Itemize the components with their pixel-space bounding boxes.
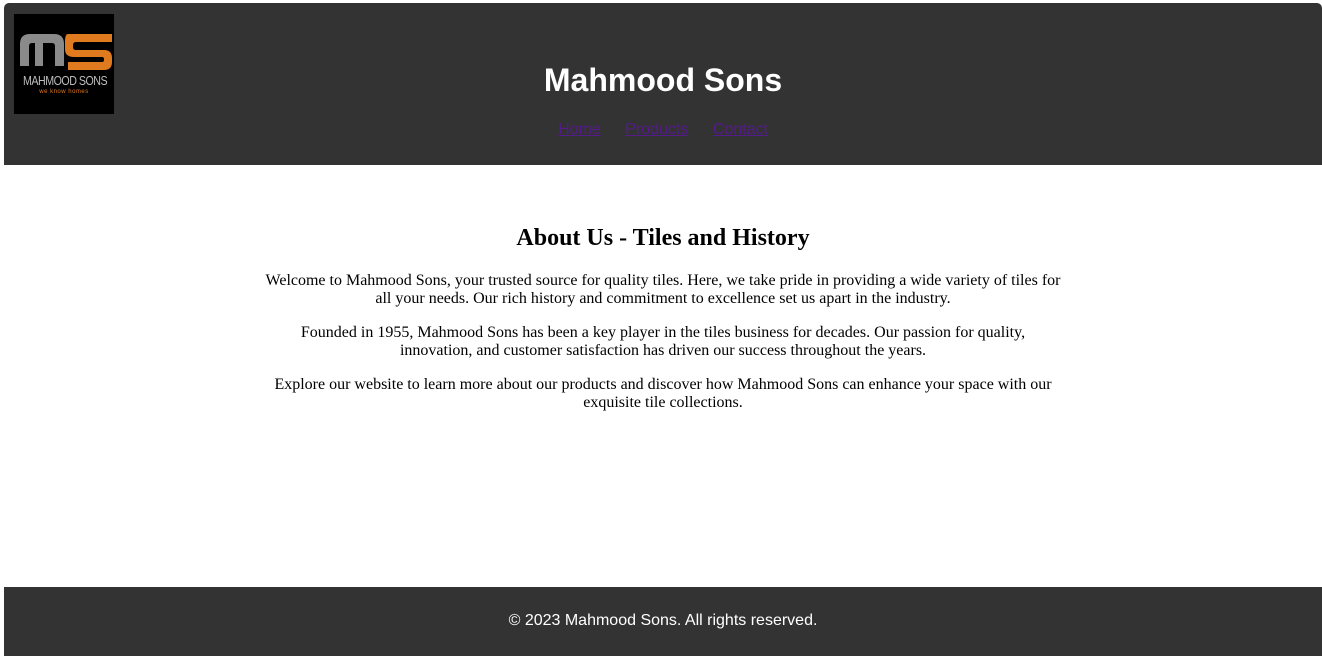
explore-paragraph: Explore our website to learn more about …	[274, 376, 1052, 411]
site-title: Mahmood Sons	[543, 62, 783, 98]
history-paragraph: Founded in 1955, Mahmood Sons has been a…	[300, 324, 1026, 359]
nav-link-home[interactable]: Home	[558, 121, 601, 138]
site-header: MAHMOOD SONS we know homes Mahmood Sons …	[4, 3, 1322, 165]
main-nav: Home Products Contact	[4, 120, 1322, 140]
page: MAHMOOD SONS we know homes Mahmood Sons …	[4, 3, 1322, 656]
site-footer: © 2023 Mahmood Sons. All rights reserved…	[4, 587, 1322, 656]
copyright-text: © 2023 Mahmood Sons. All rights reserved…	[508, 612, 818, 629]
nav-link-contact[interactable]: Contact	[713, 121, 768, 138]
about-section: About Us - Tiles and History Welcome to …	[4, 165, 1322, 587]
section-heading: About Us - Tiles and History	[516, 225, 810, 251]
nav-link-products[interactable]: Products	[625, 121, 688, 138]
intro-paragraph: Welcome to Mahmood Sons, your trusted so…	[265, 272, 1061, 307]
